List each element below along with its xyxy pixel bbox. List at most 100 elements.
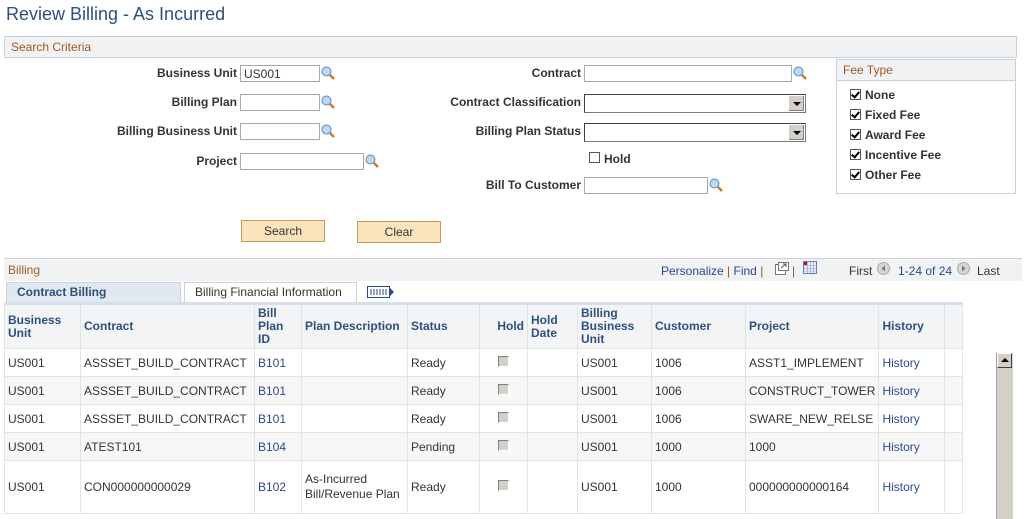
cell-project-text: 1000 xyxy=(749,439,776,454)
table-row: US001 CON000000000029 B102 As-Incurred Bill… xyxy=(4,460,964,514)
row-range: 1-24 of 24 xyxy=(898,264,952,278)
cell-history: History xyxy=(878,404,946,433)
fee-type-checkbox-award-fee[interactable] xyxy=(850,129,861,140)
hold-checkbox[interactable] xyxy=(498,355,509,367)
cell-bill-plan-id-text[interactable]: B102 xyxy=(258,480,286,494)
col-billing-business-unit[interactable]: Billing Business Unit xyxy=(577,302,652,349)
hold-checkbox[interactable] xyxy=(498,480,509,491)
cell-plan-description xyxy=(301,404,408,433)
contract-input[interactable] xyxy=(584,65,792,82)
billing-plan-status-label: Billing Plan Status xyxy=(475,124,581,138)
project-label: Project xyxy=(196,154,237,168)
cell-project-text: CONSTRUCT_TOWER xyxy=(749,383,876,398)
personalize-link[interactable]: Personalize xyxy=(661,264,724,278)
billing-business-unit-lookup-icon[interactable] xyxy=(321,124,335,138)
cell-history: History xyxy=(878,376,946,405)
clear-button[interactable]: Clear xyxy=(357,221,441,243)
cell-bill-plan-id-text[interactable]: B104 xyxy=(258,440,286,454)
cell-history-text[interactable]: History xyxy=(882,480,919,494)
previous-page-icon[interactable] xyxy=(877,262,890,275)
business-unit-input[interactable] xyxy=(240,65,320,82)
fee-type-checkbox-incentive-fee[interactable] xyxy=(850,149,861,160)
download-spreadsheet-icon[interactable] xyxy=(803,261,817,274)
col-customer[interactable]: Customer xyxy=(651,302,746,349)
cell-customer: 1000 xyxy=(651,460,746,514)
cell-history: History xyxy=(878,460,946,514)
cell-contract: CON000000000029 xyxy=(80,460,255,514)
contract-label: Contract xyxy=(531,66,581,80)
contract-lookup-icon[interactable] xyxy=(793,66,807,80)
cell-bill-plan-id-text[interactable]: B101 xyxy=(258,412,286,426)
table-row: US001 ATEST101 B104 Pending US001 1000 1000 His… xyxy=(4,432,964,461)
hold-checkbox[interactable] xyxy=(589,152,600,163)
search-criteria-header: Search Criteria xyxy=(4,36,1017,58)
cell-hold-date xyxy=(527,376,578,405)
cell-history-text[interactable]: History xyxy=(882,412,919,426)
cell-project: 000000000000164 xyxy=(744,460,880,514)
cell-bill-plan-id-text[interactable]: B101 xyxy=(258,356,286,370)
cell-history-text[interactable]: History xyxy=(882,384,919,398)
col-business-unit[interactable]: Business Unit xyxy=(4,302,81,349)
cell-customer-text: 1006 xyxy=(655,355,682,370)
find-link[interactable]: Find xyxy=(734,264,757,278)
cell-bill-plan-id-text[interactable]: B101 xyxy=(258,384,286,398)
cell-spacer xyxy=(944,460,964,514)
cell-customer-text: 1000 xyxy=(655,439,682,454)
cell-business-unit: US001 xyxy=(4,348,81,377)
col-hold-date[interactable]: Hold Date xyxy=(527,302,578,349)
tab-billing-financial-information[interactable]: Billing Financial Information xyxy=(184,282,357,302)
cell-bill-plan-id: B102 xyxy=(254,460,302,514)
fee-type-checkbox-fixed-fee[interactable] xyxy=(850,109,861,120)
dropdown-arrow-icon[interactable] xyxy=(788,96,804,111)
search-button[interactable]: Search xyxy=(241,220,325,242)
cell-customer: 1006 xyxy=(651,404,746,433)
col-project[interactable]: Project xyxy=(744,302,880,349)
cell-billing-business-unit: US001 xyxy=(577,348,652,377)
cell-plan-description xyxy=(301,348,408,377)
cell-history-text[interactable]: History xyxy=(882,356,919,370)
grid-scrollbar[interactable] xyxy=(996,353,1013,519)
project-lookup-icon[interactable] xyxy=(365,154,379,168)
cell-plan-description xyxy=(301,376,408,405)
scroll-up-arrow-icon[interactable] xyxy=(997,353,1012,368)
billing-plan-lookup-icon[interactable] xyxy=(321,95,335,109)
cell-contract-text: ASSSET_BUILD_CONTRACT xyxy=(84,383,247,398)
col-contract[interactable]: Contract xyxy=(80,302,255,349)
col-bill-plan-id[interactable]: Bill Plan ID xyxy=(254,302,302,349)
cell-plan-description xyxy=(301,432,408,461)
cell-status-text: Ready xyxy=(411,383,446,398)
cell-business-unit: US001 xyxy=(4,376,81,405)
contract-classification-select[interactable] xyxy=(584,94,806,113)
col-history[interactable]: History xyxy=(878,302,946,349)
dropdown-arrow-icon[interactable] xyxy=(788,125,804,140)
cell-hold xyxy=(479,404,528,433)
col-plan-description[interactable]: Plan Description xyxy=(301,302,408,349)
cell-contract-text: ATEST101 xyxy=(84,439,142,454)
billing-business-unit-input[interactable] xyxy=(240,123,320,140)
cell-customer-text: 1000 xyxy=(655,480,682,494)
cell-history-text[interactable]: History xyxy=(882,440,919,454)
cell-contract-text: CON000000000029 xyxy=(84,480,191,494)
cell-contract-text: ASSSET_BUILD_CONTRACT xyxy=(84,411,247,426)
project-input[interactable] xyxy=(240,153,364,170)
tab-contract-billing-information[interactable]: Contract Billing Information xyxy=(6,282,181,318)
cell-customer-text: 1006 xyxy=(655,411,682,426)
business-unit-lookup-icon[interactable] xyxy=(321,66,335,80)
billing-plan-input[interactable] xyxy=(240,94,320,111)
view-all-new-window-icon[interactable] xyxy=(775,262,789,275)
show-all-columns-icon[interactable] xyxy=(367,285,395,299)
col-hold[interactable]: Hold xyxy=(479,302,528,349)
row-range-text: 1-24 of 24 xyxy=(898,264,953,278)
next-page-icon[interactable] xyxy=(957,262,970,275)
fee-type-checkbox-other-fee[interactable] xyxy=(850,169,861,180)
fee-type-checkbox-none[interactable] xyxy=(850,89,861,100)
cell-status-text: Ready xyxy=(411,480,446,494)
col-status[interactable]: Status xyxy=(407,302,480,349)
hold-checkbox[interactable] xyxy=(498,383,509,395)
hold-checkbox[interactable] xyxy=(498,411,509,423)
bill-to-customer-lookup-icon[interactable] xyxy=(709,178,723,192)
hold-checkbox[interactable] xyxy=(498,439,509,451)
fee-type-label: None xyxy=(865,88,895,102)
billing-plan-status-select[interactable] xyxy=(584,123,806,142)
bill-to-customer-input[interactable] xyxy=(584,177,708,194)
